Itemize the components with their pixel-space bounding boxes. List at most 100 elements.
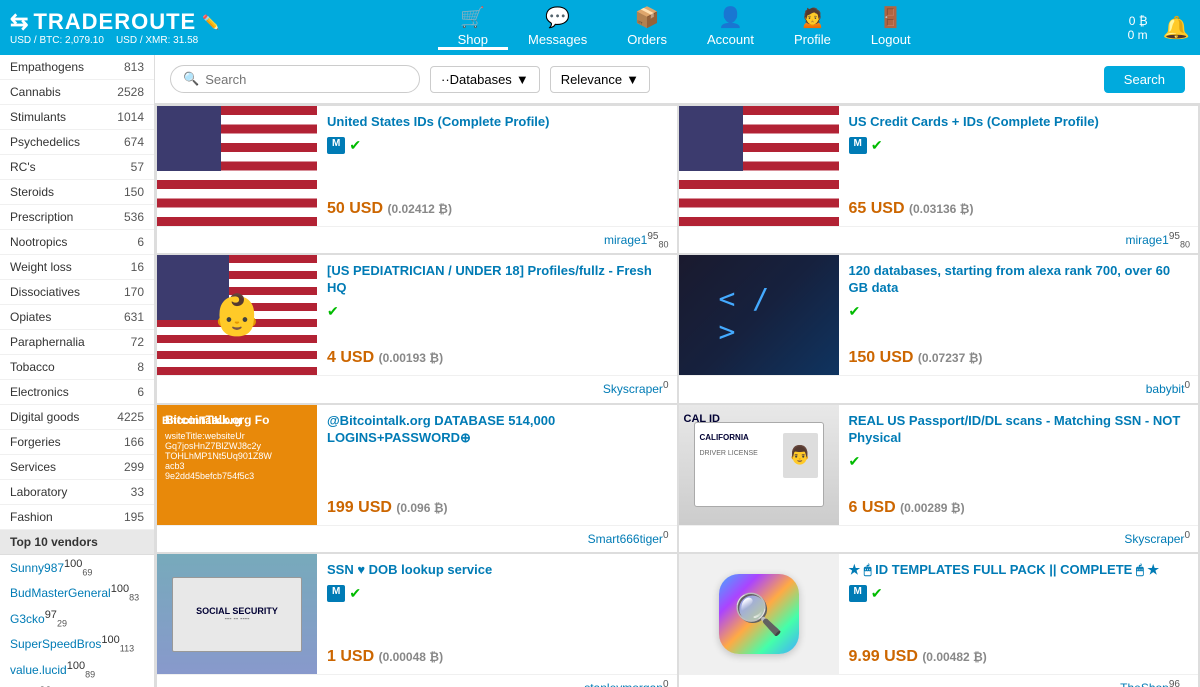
sidebar-item-steroids[interactable]: Steroids150 [0, 180, 154, 205]
product-image: SOCIAL SECURITY --- -- ---- [157, 554, 317, 674]
sidebar-item-weight-loss[interactable]: Weight loss16 [0, 255, 154, 280]
nav-orders[interactable]: 📦 Orders [607, 5, 687, 50]
card-info: [US PEDIATRICIAN / UNDER 18] Profiles/fu… [317, 255, 677, 375]
sidebar-item-paraphernalia[interactable]: Paraphernalia72 [0, 330, 154, 355]
product-card[interactable]: United States IDs (Complete Profile) M✔ … [157, 106, 677, 253]
vendor-item-budmastergeneral[interactable]: BudMasterGeneral10083 [0, 580, 154, 605]
vendor-rating: 0 [1184, 380, 1190, 391]
product-title[interactable]: REAL US Passport/ID/DL scans - Matching … [849, 413, 1189, 447]
sidebar: Empathogens813Cannabis2528Stimulants1014… [0, 55, 155, 687]
card-badges: M✔ [327, 585, 667, 602]
product-grid: United States IDs (Complete Profile) M✔ … [155, 104, 1200, 687]
vendor-item-g3cko[interactable]: G3cko9729 [0, 606, 154, 631]
search-button[interactable]: Search [1104, 66, 1185, 93]
vendor-item-sunny987[interactable]: Sunny98710069 [0, 555, 154, 580]
header-right: 0 ₿ 0 m 🔔 [1128, 14, 1190, 42]
sidebar-item-psychedelics[interactable]: Psychedelics674 [0, 130, 154, 155]
logo-arrow-icon: ⇆ [10, 9, 29, 35]
vendor-name[interactable]: mirage19580 [604, 231, 669, 249]
search-input-wrap[interactable]: 🔍 [170, 65, 420, 93]
product-card[interactable]: BitcoinTalk.org Fo wsiteTitle:websiteUrG… [157, 405, 677, 552]
nav-profile[interactable]: 🙍 Profile [774, 5, 851, 50]
orders-icon: 📦 [635, 5, 660, 30]
product-card[interactable]: CALIFORNIA DRIVER LICENSE 👨 REAL US Pass… [679, 405, 1199, 552]
product-image: CALIFORNIA DRIVER LICENSE 👨 [679, 405, 839, 525]
vendor-rating: 0 [1184, 530, 1190, 541]
badge-check-icon: ✔ [349, 137, 361, 154]
sidebar-item-prescription[interactable]: Prescription536 [0, 205, 154, 230]
sidebar-item-nootropics[interactable]: Nootropics6 [0, 230, 154, 255]
product-title[interactable]: 120 databases, starting from alexa rank … [849, 263, 1189, 297]
vendor-rating: 0 [663, 679, 669, 687]
product-title[interactable]: SSN ♥ DOB lookup service [327, 562, 667, 579]
product-title[interactable]: US Credit Cards + IDs (Complete Profile) [849, 114, 1189, 131]
product-title[interactable]: [US PEDIATRICIAN / UNDER 18] Profiles/fu… [327, 263, 667, 297]
nav-account[interactable]: 👤 Account [687, 5, 774, 50]
product-price: 6 USD (0.00289 ₿) [849, 499, 1189, 517]
sidebar-item-empathogens[interactable]: Empathogens813 [0, 55, 154, 80]
product-card[interactable]: 👶 [US PEDIATRICIAN / UNDER 18] Profiles/… [157, 255, 677, 402]
product-title[interactable]: @Bitcointalk.org DATABASE 514,000 LOGINS… [327, 413, 667, 447]
vendor-name[interactable]: Smart666tiger0 [588, 530, 669, 548]
sidebar-item-stimulants[interactable]: Stimulants1014 [0, 105, 154, 130]
product-title[interactable]: ★ 🖱 ID TEMPLATES FULL PACK || COMPLETE 🖱… [849, 562, 1189, 579]
sidebar-item-forgeries[interactable]: Forgeries166 [0, 430, 154, 455]
vendor-name[interactable]: Skyscraper0 [1124, 530, 1190, 548]
product-title[interactable]: United States IDs (Complete Profile) [327, 114, 667, 131]
vendor-rating: 96 [1169, 679, 1180, 687]
vendor-name[interactable]: mirage19580 [1126, 231, 1191, 249]
product-card[interactable]: SOCIAL SECURITY --- -- ---- SSN ♥ DOB lo… [157, 554, 677, 687]
product-card[interactable]: 🔍 ★ 🖱 ID TEMPLATES FULL PACK || COMPLETE… [679, 554, 1199, 687]
vendor-sub: 80 [1180, 239, 1190, 249]
product-card[interactable]: 120 databases, starting from alexa rank … [679, 255, 1199, 402]
nav-shop[interactable]: 🛒 Shop [438, 5, 508, 50]
search-input[interactable] [205, 72, 407, 87]
sidebar-item-cannabis[interactable]: Cannabis2528 [0, 80, 154, 105]
sidebar-item-electronics[interactable]: Electronics6 [0, 380, 154, 405]
card-top: US Credit Cards + IDs (Complete Profile)… [679, 106, 1199, 226]
card-badges: ✔ [849, 303, 1189, 320]
sidebar-item-dissociatives[interactable]: Dissociatives170 [0, 280, 154, 305]
card-footer: mirage19580 [679, 226, 1199, 253]
vendor-rating: 0 [663, 530, 669, 541]
account-icon: 👤 [718, 5, 743, 30]
vendor-name[interactable]: stanleymorgan0 [584, 679, 668, 687]
vendor-name[interactable]: babybit0 [1146, 380, 1190, 398]
vendor-rating: 95 [647, 231, 658, 242]
messages-icon: 💬 [545, 5, 570, 30]
sidebar-item-fashion[interactable]: Fashion195 [0, 505, 154, 530]
sidebar-item-rc's[interactable]: RC's57 [0, 155, 154, 180]
nav-messages[interactable]: 💬 Messages [508, 5, 607, 50]
vendor-item-torso[interactable]: Torso99177 [0, 682, 154, 687]
nav-orders-label: Orders [627, 32, 667, 47]
card-badges: M✔ [849, 585, 1189, 602]
vendor-rating: 95 [1169, 231, 1180, 242]
database-dropdown[interactable]: ··Databases ▼ [430, 66, 540, 93]
user-info: 0 ₿ 0 m [1128, 14, 1148, 42]
bell-icon[interactable]: 🔔 [1163, 15, 1190, 41]
card-top: CALIFORNIA DRIVER LICENSE 👨 REAL US Pass… [679, 405, 1199, 525]
sidebar-item-laboratory[interactable]: Laboratory33 [0, 480, 154, 505]
logo[interactable]: ⇆ TRADEROUTE ✏️ [10, 9, 221, 35]
badge-m: M [849, 585, 867, 602]
top-vendors-label: Top 10 vendors [10, 535, 98, 549]
content-area: 🔍 ··Databases ▼ Relevance ▼ Search Unite… [155, 55, 1200, 687]
card-badges: ✔ [849, 453, 1189, 470]
nav-account-label: Account [707, 32, 754, 47]
nav-logout-label: Logout [871, 32, 911, 47]
dropdown-arrow-icon: ▼ [516, 72, 529, 87]
card-footer: TheShop9687 [679, 674, 1199, 687]
sort-dropdown[interactable]: Relevance ▼ [550, 66, 650, 93]
vendor-name[interactable]: TheShop9687 [1120, 679, 1190, 687]
sidebar-item-digital-goods[interactable]: Digital goods4225 [0, 405, 154, 430]
sidebar-item-services[interactable]: Services299 [0, 455, 154, 480]
vendor-item-value.lucid[interactable]: value.lucid10089 [0, 657, 154, 682]
nav-logout[interactable]: 🚪 Logout [851, 5, 931, 50]
product-card[interactable]: US Credit Cards + IDs (Complete Profile)… [679, 106, 1199, 253]
sidebar-item-tobacco[interactable]: Tobacco8 [0, 355, 154, 380]
main-layout: Empathogens813Cannabis2528Stimulants1014… [0, 55, 1200, 687]
card-top: United States IDs (Complete Profile) M✔ … [157, 106, 677, 226]
sidebar-item-opiates[interactable]: Opiates631 [0, 305, 154, 330]
vendor-item-superspeedbros[interactable]: SuperSpeedBros100113 [0, 631, 154, 656]
vendor-name[interactable]: Skyscraper0 [603, 380, 669, 398]
